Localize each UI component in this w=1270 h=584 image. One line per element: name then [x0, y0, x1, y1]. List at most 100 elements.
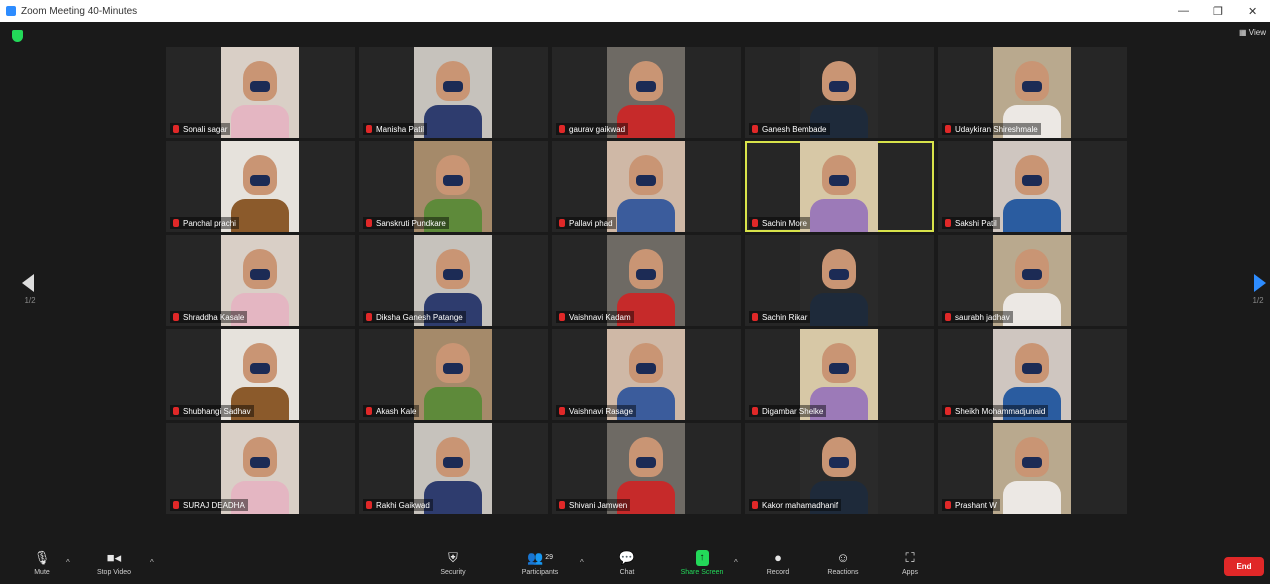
- record-label: Record: [766, 569, 790, 576]
- participant-tile[interactable]: Sonali sagar: [166, 47, 355, 138]
- participant-name: Shubhangi Sadhav: [183, 406, 251, 416]
- muted-microphone-icon: [752, 125, 758, 133]
- participant-tile[interactable]: Akash Kale: [359, 329, 548, 420]
- face-mask: [250, 457, 270, 468]
- window-title: Zoom Meeting 40-Minutes: [21, 5, 138, 17]
- participant-name: Sonali sagar: [183, 124, 228, 134]
- share-screen-button[interactable]: ↑ Share Screen: [672, 550, 732, 576]
- restore-button[interactable]: ❐: [1213, 0, 1223, 22]
- participant-tile[interactable]: Sachin Rikar: [745, 235, 934, 326]
- muted-microphone-icon: [945, 501, 951, 509]
- participants-chevron-icon[interactable]: ^: [580, 558, 584, 567]
- microphone-icon: 🎙: [33, 550, 51, 565]
- participant-body: [424, 105, 482, 138]
- participant-tile[interactable]: Diksha Ganesh Patange: [359, 235, 548, 326]
- face-mask: [250, 175, 270, 186]
- video-options-chevron-icon[interactable]: ^: [150, 558, 154, 567]
- muted-microphone-icon: [366, 125, 372, 133]
- security-shield-icon[interactable]: [12, 30, 23, 42]
- participant-body: [231, 199, 289, 232]
- participant-tile[interactable]: saurabh jadhav: [938, 235, 1127, 326]
- participant-tile[interactable]: Rakhi Gaikwad: [359, 423, 548, 514]
- participant-name-bar: Ganesh Bembade: [749, 123, 830, 135]
- face-mask: [1022, 363, 1042, 374]
- reactions-button[interactable]: ☺ Reactions: [813, 550, 873, 576]
- participant-name: gaurav gaikwad: [569, 124, 626, 134]
- participant-tile[interactable]: Ganesh Bembade: [745, 47, 934, 138]
- participant-tile[interactable]: Kakor mahamadhanif: [745, 423, 934, 514]
- mute-button[interactable]: 🎙 Mute: [12, 550, 72, 576]
- meeting-toolbar: 🎙 Mute ^ ■◂ Stop Video ^ ⛨ Security 👥 29 …: [0, 546, 1270, 584]
- close-button[interactable]: ✕: [1248, 0, 1257, 22]
- participant-tile[interactable]: Prashant W: [938, 423, 1127, 514]
- participant-tile[interactable]: Manisha Patil: [359, 47, 548, 138]
- record-button[interactable]: ● Record: [748, 550, 808, 576]
- participant-name-bar: Diksha Ganesh Patange: [363, 311, 466, 323]
- participants-button[interactable]: 👥 29 Participants: [510, 550, 570, 576]
- participant-name: Udaykiran Shireshmale: [955, 124, 1038, 134]
- participant-tile[interactable]: Panchal prachi: [166, 141, 355, 232]
- muted-microphone-icon: [366, 407, 372, 415]
- stop-video-button[interactable]: ■◂ Stop Video: [84, 550, 144, 576]
- muted-microphone-icon: [559, 125, 565, 133]
- end-meeting-button[interactable]: End: [1224, 557, 1264, 576]
- grid-view-icon: ▦: [1239, 28, 1247, 37]
- share-options-chevron-icon[interactable]: ^: [734, 558, 738, 567]
- muted-microphone-icon: [945, 313, 951, 321]
- face-mask: [636, 81, 656, 92]
- participant-body: [810, 199, 868, 232]
- face-mask: [1022, 269, 1042, 280]
- reactions-label: Reactions: [827, 569, 859, 576]
- participant-tile[interactable]: Shivani Jamwen: [552, 423, 741, 514]
- participant-video: [993, 423, 1071, 514]
- participant-name: Vaishnavi Rasage: [569, 406, 633, 416]
- chat-button[interactable]: 💬 Chat: [597, 550, 657, 576]
- participant-tile[interactable]: Vaishnavi Rasage: [552, 329, 741, 420]
- participant-tile[interactable]: Sakshi Patil: [938, 141, 1127, 232]
- security-button[interactable]: ⛨ Security: [423, 550, 483, 576]
- participant-body: [810, 293, 868, 326]
- participant-name-bar: Akash Kale: [363, 405, 420, 417]
- participant-tile[interactable]: gaurav gaikwad: [552, 47, 741, 138]
- muted-microphone-icon: [752, 219, 758, 227]
- previous-page-arrow-icon[interactable]: [22, 274, 34, 292]
- participant-tile[interactable]: Shubhangi Sadhav: [166, 329, 355, 420]
- title-bar: Zoom Meeting 40-Minutes: [0, 0, 1270, 22]
- participant-tile[interactable]: Digambar Shelke: [745, 329, 934, 420]
- participant-name-bar: Vaishnavi Kadam: [556, 311, 634, 323]
- participant-body: [231, 105, 289, 138]
- participant-tile[interactable]: Sheikh Mohammadjunaid: [938, 329, 1127, 420]
- participant-tile[interactable]: Vaishnavi Kadam: [552, 235, 741, 326]
- face-mask: [636, 457, 656, 468]
- face-mask: [443, 363, 463, 374]
- participants-label: Participants: [521, 569, 559, 576]
- participant-name-bar: Sonali sagar: [170, 123, 231, 135]
- face-mask: [443, 175, 463, 186]
- participant-name: Shivani Jamwen: [569, 500, 628, 510]
- audio-options-chevron-icon[interactable]: ^: [66, 558, 70, 567]
- shield-icon: ⛨: [448, 550, 458, 565]
- minimize-button[interactable]: —: [1178, 0, 1189, 22]
- participant-name-bar: gaurav gaikwad: [556, 123, 629, 135]
- participant-name-bar: Pallavi phad: [556, 217, 616, 229]
- participant-tile[interactable]: Pallavi phad: [552, 141, 741, 232]
- page-indicator-left: 1/2: [24, 296, 36, 305]
- participant-name-bar: SURAJ DEADHA: [170, 499, 248, 511]
- participant-tile[interactable]: Udaykiran Shireshmale: [938, 47, 1127, 138]
- next-page-arrow-icon[interactable]: [1254, 274, 1266, 292]
- muted-microphone-icon: [559, 219, 565, 227]
- security-label: Security: [440, 569, 466, 576]
- participant-tile[interactable]: Sanskruti Pundkare: [359, 141, 548, 232]
- participant-tile[interactable]: SURAJ DEADHA: [166, 423, 355, 514]
- view-button[interactable]: ▦ View: [1239, 28, 1266, 37]
- participant-name: Digambar Shelke: [762, 406, 824, 416]
- face-mask: [1022, 175, 1042, 186]
- participant-name: Rakhi Gaikwad: [376, 500, 430, 510]
- apps-button[interactable]: ⛶ Apps: [880, 550, 940, 576]
- muted-microphone-icon: [173, 125, 179, 133]
- participant-tile[interactable]: Shraddha Kasale: [166, 235, 355, 326]
- participant-name: Sachin More: [762, 218, 807, 228]
- participant-name: Ganesh Bembade: [762, 124, 827, 134]
- participant-name-bar: Manisha Patil: [363, 123, 428, 135]
- participant-tile[interactable]: Sachin More: [745, 141, 934, 232]
